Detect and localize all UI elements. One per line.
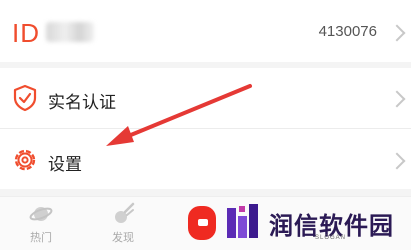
center-button-inner <box>198 219 208 226</box>
comet-icon <box>111 202 135 231</box>
tab-label: 发现 <box>112 232 134 244</box>
watermark-logo: 润信软件园 SLOGAN <box>225 204 405 246</box>
planet-icon <box>29 202 53 231</box>
watermark-slogan: SLOGAN <box>315 235 347 241</box>
center-action-button[interactable] <box>188 206 216 240</box>
tab-discover[interactable]: 发现 <box>93 197 153 250</box>
tab-label: 热门 <box>30 232 52 244</box>
tab-hot[interactable]: 热门 <box>11 197 71 250</box>
brand-logo-icon <box>227 204 258 238</box>
